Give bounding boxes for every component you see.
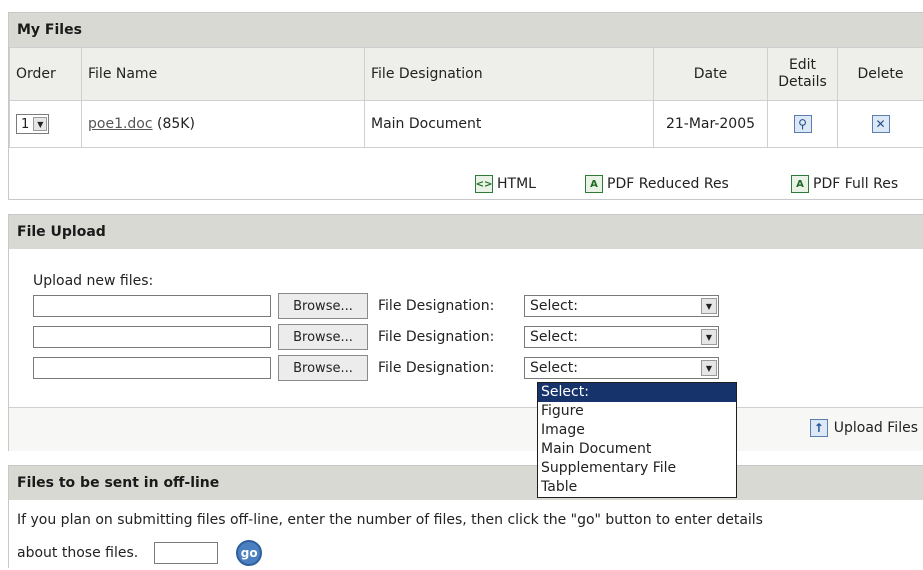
designation-dropdown-list[interactable]: Select: Figure Image Main Document Suppl…: [537, 382, 737, 498]
file-path-input[interactable]: [33, 326, 271, 348]
html-label: HTML: [497, 176, 536, 192]
go-button[interactable]: go: [236, 540, 263, 566]
order-select[interactable]: 1 ▼: [16, 114, 50, 134]
file-upload-title: File Upload: [9, 215, 923, 249]
go-label: go: [240, 546, 258, 560]
file-link[interactable]: poe1.doc: [88, 116, 153, 132]
upload-row: Browse... File Designation: Select: ▼: [33, 293, 719, 319]
offline-count-input[interactable]: [154, 542, 219, 564]
designation-select-value: Select:: [530, 329, 578, 345]
table-row: 1 ▼ poe1.doc (85K) Main Document 21-Mar-…: [9, 100, 923, 148]
file-size: (85K): [157, 116, 195, 132]
offline-text-line-1: If you plan on submitting files off-line…: [17, 512, 763, 528]
dropdown-option[interactable]: Supplementary File: [538, 459, 736, 478]
browse-button[interactable]: Browse...: [278, 324, 368, 350]
offline-row: about those files. go: [17, 540, 263, 566]
upload-files-button[interactable]: ↑ Upload Files: [809, 419, 918, 437]
designation-select[interactable]: Select: ▼: [524, 295, 719, 317]
pdf-icon: A: [585, 175, 603, 193]
file-name-cell: poe1.doc (85K): [81, 100, 365, 148]
col-delete: Delete: [837, 47, 923, 101]
format-bar: <> HTML A PDF Reduced Res A PDF Full Res: [9, 165, 923, 205]
files-table-header: Order File Name File Designation Date Ed…: [9, 47, 923, 101]
designation-label: File Designation:: [378, 329, 495, 345]
edit-cell: ⚲: [767, 100, 838, 148]
order-value: 1: [21, 116, 30, 132]
designation-select-value: Select:: [530, 298, 578, 314]
chevron-down-icon[interactable]: ▼: [33, 117, 48, 131]
pdf-icon: A: [791, 175, 809, 193]
chevron-down-icon[interactable]: ▼: [701, 360, 717, 376]
order-cell: 1 ▼: [9, 100, 82, 148]
col-date-label: Date: [693, 66, 728, 82]
upload-prompt: Upload new files:: [33, 273, 154, 289]
delete-cell: ✕: [837, 100, 923, 148]
date-cell: 21-Mar-2005: [653, 100, 768, 148]
designation-label: File Designation:: [378, 360, 495, 376]
upload-footer: ↑ Upload Files: [9, 407, 923, 451]
col-date: Date: [653, 47, 768, 101]
file-path-input[interactable]: [33, 295, 271, 317]
offline-title: Files to be sent in off-line: [9, 466, 923, 500]
offline-text-line-2: about those files.: [17, 545, 139, 561]
designation-select[interactable]: Select: ▼: [524, 326, 719, 348]
col-edit-label: Edit Details: [778, 57, 827, 90]
magnifier-icon[interactable]: ⚲: [793, 115, 812, 133]
file-upload-panel: File Upload Upload new files: Browse... …: [8, 214, 923, 451]
chevron-down-icon[interactable]: ▼: [701, 298, 717, 314]
col-designation: File Designation: [364, 47, 654, 101]
dropdown-option[interactable]: Main Document: [538, 440, 736, 459]
upload-files-label: Upload Files: [833, 420, 918, 436]
offline-panel: Files to be sent in off-line If you plan…: [8, 465, 923, 568]
html-format-link[interactable]: <> HTML: [475, 175, 536, 193]
my-files-title: My Files: [9, 13, 923, 47]
dropdown-option[interactable]: Figure: [538, 402, 736, 421]
designation-select-value: Select:: [530, 360, 578, 376]
upload-row: Browse... File Designation: Select: ▼: [33, 324, 719, 350]
file-path-input[interactable]: [33, 357, 271, 379]
dropdown-option[interactable]: Table: [538, 478, 736, 497]
code-icon: <>: [475, 175, 493, 193]
upload-row: Browse... File Designation: Select: ▼: [33, 355, 719, 381]
close-icon[interactable]: ✕: [871, 115, 890, 133]
col-edit: Edit Details: [767, 47, 838, 101]
pdf-full-label: PDF Full Res: [813, 176, 899, 192]
pdf-reduced-link[interactable]: A PDF Reduced Res: [585, 175, 729, 193]
designation-label: File Designation:: [378, 298, 495, 314]
designation-select-open[interactable]: Select: ▼: [524, 357, 719, 379]
my-files-panel: My Files Order File Name File Designatio…: [8, 12, 923, 200]
pdf-reduced-label: PDF Reduced Res: [607, 176, 729, 192]
browse-button[interactable]: Browse...: [278, 293, 368, 319]
designation-cell: Main Document: [364, 100, 654, 148]
upload-arrow-icon: ↑: [809, 419, 828, 437]
chevron-down-icon[interactable]: ▼: [701, 329, 717, 345]
col-file-name: File Name: [81, 47, 365, 101]
files-table: Order File Name File Designation Date Ed…: [9, 47, 923, 148]
dropdown-option[interactable]: Select:: [538, 383, 736, 402]
col-order: Order: [9, 47, 82, 101]
browse-button[interactable]: Browse...: [278, 355, 368, 381]
pdf-full-link[interactable]: A PDF Full Res: [791, 175, 898, 193]
dropdown-option[interactable]: Image: [538, 421, 736, 440]
